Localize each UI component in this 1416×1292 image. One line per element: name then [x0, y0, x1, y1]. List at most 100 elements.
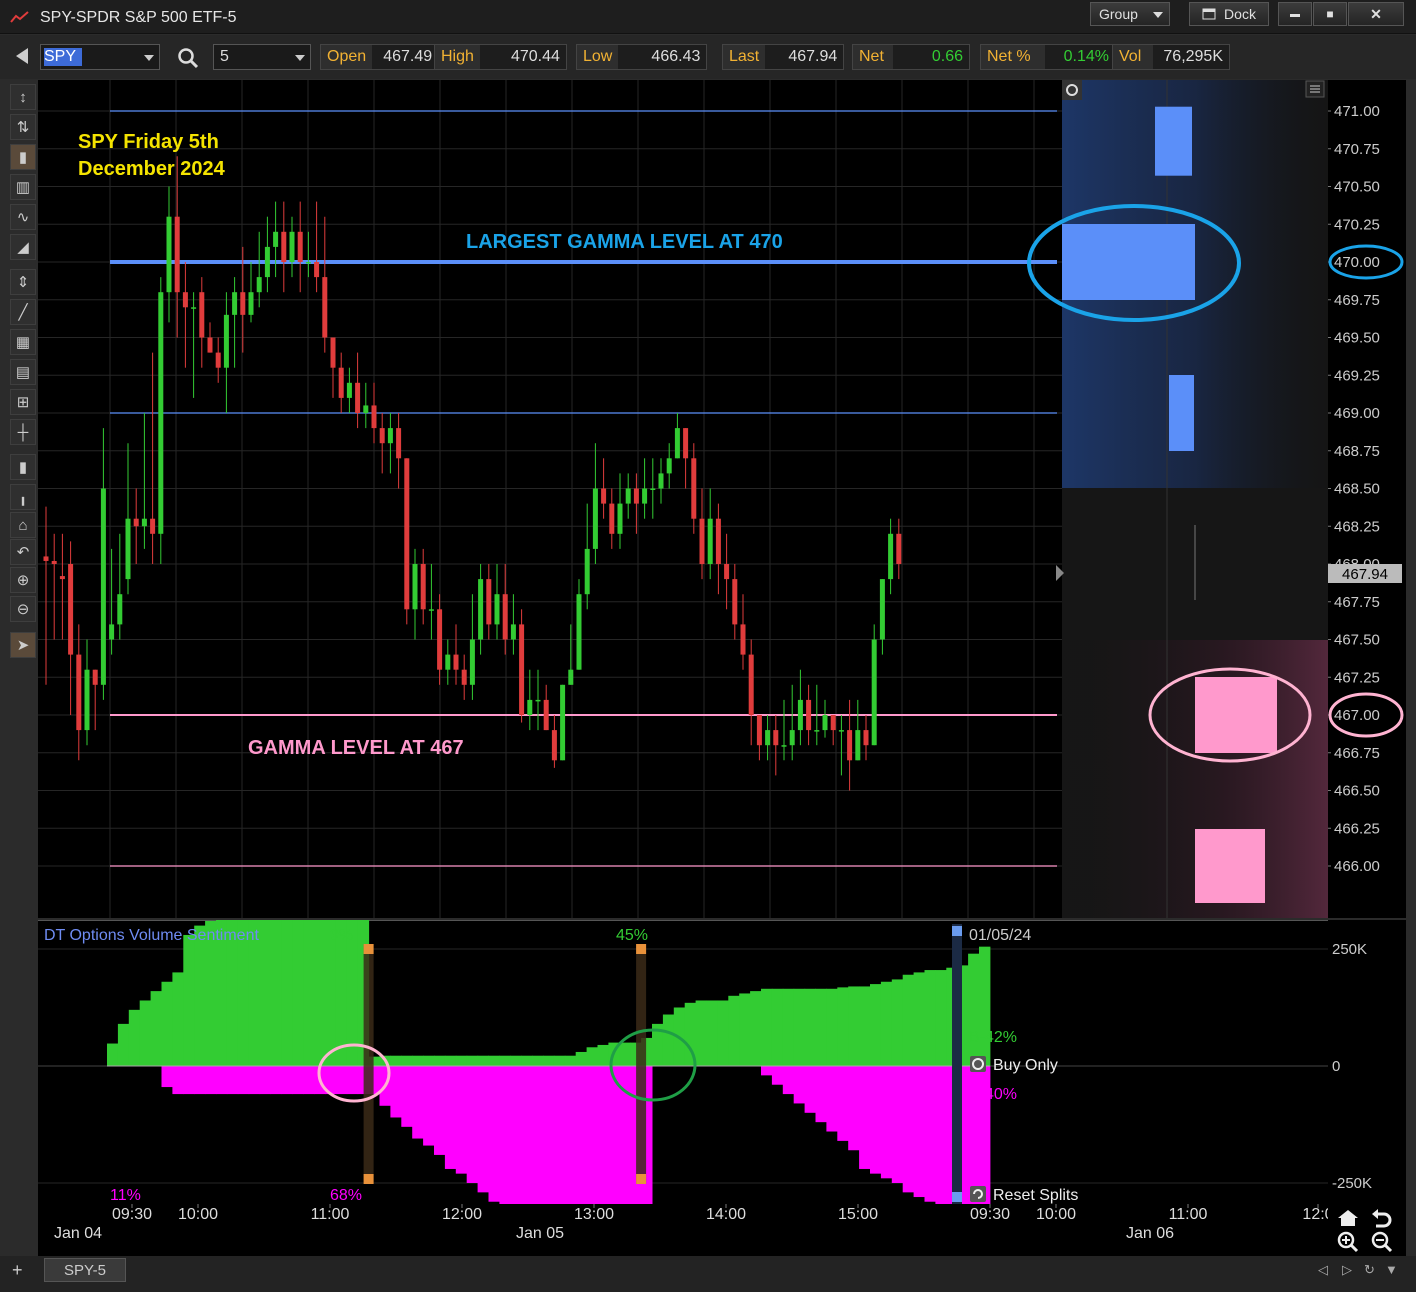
time-tick-label: 15:00: [838, 1206, 878, 1223]
group-button[interactable]: Group: [1090, 2, 1170, 26]
scroll-left-icon[interactable]: ◁: [1318, 1262, 1328, 1278]
undo-icon[interactable]: [1372, 1209, 1392, 1228]
refresh-icon[interactable]: ↻: [1364, 1262, 1375, 1278]
time-axis[interactable]: 09:30 10:00 11:00 12:00 13:00 14:00 15:00 09:30…: [38, 1204, 1328, 1256]
time-tick-label: 11:00: [311, 1206, 350, 1223]
search-icon[interactable]: [177, 47, 199, 69]
interval-selector[interactable]: [213, 44, 311, 70]
candle-body: [109, 624, 115, 640]
sell-bar: [444, 1066, 457, 1169]
candle-body: [273, 231, 279, 247]
home-icon[interactable]: ⌂: [10, 512, 36, 538]
buy-bar: [172, 972, 184, 1066]
buy-only-label: Buy Only: [993, 1057, 1058, 1074]
zoom-out-icon[interactable]: [1371, 1231, 1393, 1253]
price-scale-icon[interactable]: ⇕: [10, 269, 36, 295]
price-axis-ticks: 471.00 470.75 470.50 470.25 470.00 469.75 469.…: [1328, 103, 1380, 875]
chevron-down-icon[interactable]: [295, 55, 305, 61]
candle-body: [51, 560, 57, 564]
sell-bar: [586, 1066, 598, 1204]
buy-bar: [870, 984, 882, 1066]
trendline-icon[interactable]: ╱: [10, 299, 36, 325]
chevron-down-icon[interactable]: ▼: [1385, 1262, 1398, 1277]
sell-bar: [259, 1066, 271, 1095]
date-label: Jan 05: [516, 1225, 564, 1242]
maximize-button[interactable]: ■: [1313, 2, 1347, 26]
bar-down-icon[interactable]: ╻: [10, 484, 36, 510]
buy-bar: [859, 986, 871, 1066]
line-chart-icon[interactable]: ∿: [10, 204, 36, 230]
buy-bar: [924, 970, 936, 1066]
sell-bar: [423, 1066, 435, 1146]
sell-bar: [401, 1066, 413, 1127]
split-bottom-pct-1: 11%: [110, 1187, 141, 1204]
candle-body: [773, 730, 779, 746]
zoom-out-icon[interactable]: ⊖: [10, 596, 36, 622]
candle-body: [420, 564, 426, 610]
annotation-largest-gamma: LARGEST GAMMA LEVEL AT 470: [466, 231, 783, 253]
cursor-move-icon[interactable]: ⇅: [10, 114, 36, 140]
pointer-icon[interactable]: ➤: [10, 632, 36, 658]
session-end-top-handle[interactable]: [952, 926, 962, 936]
buy-bar: [444, 1055, 457, 1066]
quote-label: Net %: [981, 45, 1045, 69]
sell-bar: [205, 1066, 217, 1095]
back-arrow-icon[interactable]: [16, 48, 28, 64]
undo-icon[interactable]: ↶: [10, 539, 36, 565]
price-tick-label: 470.50: [1334, 179, 1380, 196]
split-bottom-handle[interactable]: [636, 1174, 647, 1184]
chevron-down-icon[interactable]: [144, 55, 154, 61]
split-top-handle[interactable]: [636, 944, 647, 954]
crosshair-icon[interactable]: ┼: [10, 419, 36, 445]
sell-bar: [237, 1066, 250, 1095]
panel-menu-icon[interactable]: [1305, 80, 1325, 98]
buy-bar: [553, 1055, 566, 1066]
split-top-handle[interactable]: [363, 944, 374, 954]
candle-body: [592, 488, 598, 549]
bar-up-icon[interactable]: ▮: [10, 454, 36, 480]
sell-pct-label: B-40%: [969, 1086, 1017, 1103]
scroll-right-icon[interactable]: ▷: [1342, 1262, 1352, 1278]
area-chart-icon[interactable]: ◢: [10, 234, 36, 260]
candle-body: [625, 488, 631, 504]
close-button[interactable]: ✕: [1348, 2, 1404, 26]
symbol-input[interactable]: [44, 47, 140, 67]
split-bottom-handle[interactable]: [363, 1174, 374, 1184]
minimize-button[interactable]: ▬: [1278, 2, 1312, 26]
candle-body: [158, 292, 164, 534]
table-icon[interactable]: ▤: [10, 359, 36, 385]
interval-input[interactable]: [220, 47, 290, 67]
buy-bar: [510, 1055, 522, 1066]
dock-button[interactable]: Dock: [1189, 2, 1269, 26]
chart-settings-icon[interactable]: [1062, 80, 1082, 100]
candle-body: [879, 579, 885, 640]
sentiment-indicator-panel[interactable]: DT Options Volume Sentiment 01/05/24 9% …: [38, 920, 1328, 1204]
candle-body: [396, 428, 402, 459]
cursor-crosshair-icon[interactable]: ↕: [10, 84, 36, 110]
sell-bar: [412, 1066, 424, 1139]
zoom-in-icon[interactable]: ⊕: [10, 567, 36, 593]
candle-body: [207, 337, 213, 353]
buy-only-toggle[interactable]: Buy Only: [970, 1056, 1058, 1074]
session-end-bottom-handle[interactable]: [952, 1192, 962, 1202]
price-chart[interactable]: SPY Friday 5th December 2024 LARGEST GAM…: [38, 80, 1328, 918]
candle-body: [888, 533, 894, 580]
price-axis[interactable]: 471.00 470.75 470.50 470.25 470.00 469.75 469.…: [1328, 80, 1406, 918]
candle-body: [855, 730, 861, 761]
candle-body: [633, 488, 639, 504]
home-icon[interactable]: [1338, 1210, 1358, 1226]
grid-icon[interactable]: ▦: [10, 329, 36, 355]
tab-spy-5[interactable]: SPY-5: [44, 1258, 126, 1282]
bar-chart-icon[interactable]: ▥: [10, 174, 36, 200]
candle-body: [715, 518, 721, 564]
sell-bar: [335, 1066, 348, 1095]
buy-bar: [848, 986, 860, 1066]
symbol-selector[interactable]: [40, 44, 160, 70]
indicator-axis[interactable]: 500K250K0-250K-500K: [1328, 920, 1406, 1204]
layout-icon[interactable]: ⊞: [10, 389, 36, 415]
buy-bar: [968, 953, 980, 1066]
add-tab-button[interactable]: +: [12, 1260, 23, 1281]
candlestick-icon[interactable]: ▮: [10, 144, 36, 170]
drawing-toolbar: ↕ ⇅ ▮ ▥ ∿ ◢ ⇕ ╱ ▦ ▤ ⊞ ┼ ▮ ╻ ⌂ ↶ ⊕ ⊖ ➤: [8, 84, 38, 664]
zoom-in-icon[interactable]: [1337, 1231, 1359, 1253]
